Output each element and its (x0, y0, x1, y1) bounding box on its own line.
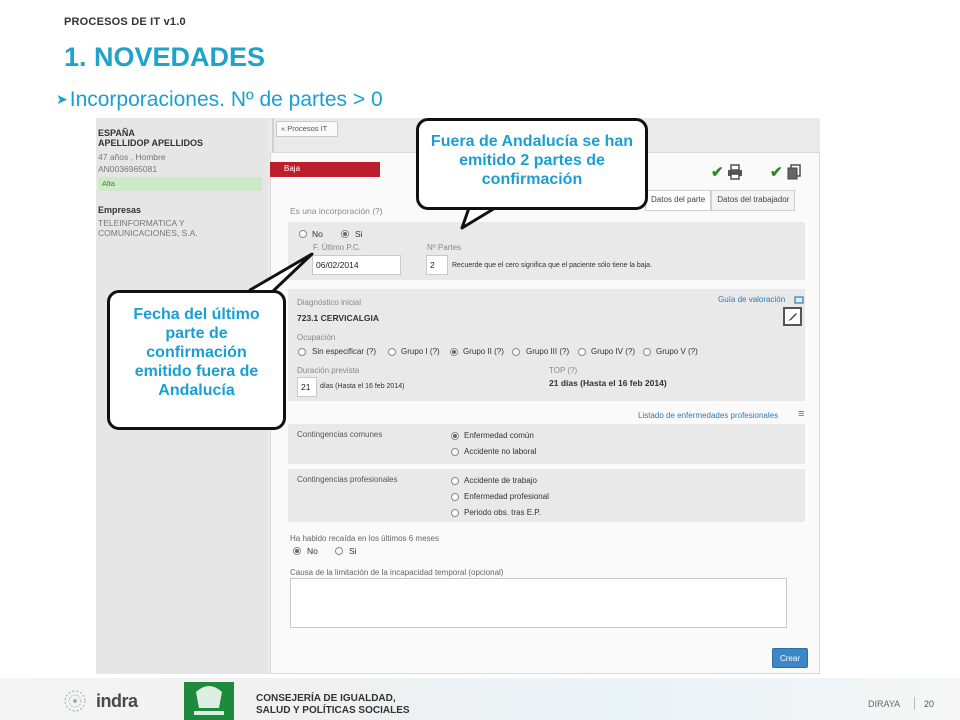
page-number: 20 (924, 699, 935, 709)
indra-logo: indra (96, 691, 138, 711)
footer (0, 678, 960, 720)
junta-andalucia-logo (184, 682, 234, 720)
page-separator (914, 697, 915, 710)
consejeria-line2: SALUD Y POLÍTICAS SOCIALES (256, 705, 410, 716)
callout-partes: Fuera de Andalucía se han emitido 2 part… (416, 118, 648, 210)
callout-fecha: Fecha del último parte de confirmación e… (107, 290, 286, 430)
indra-logo-icon (64, 690, 86, 712)
diraya-label: DIRAYA (868, 699, 901, 709)
consejeria-line1: CONSEJERÍA DE IGUALDAD, (256, 693, 396, 704)
consejeria-name: CONSEJERÍA DE IGUALDAD, SALUD Y POLÍTICA… (256, 693, 410, 717)
